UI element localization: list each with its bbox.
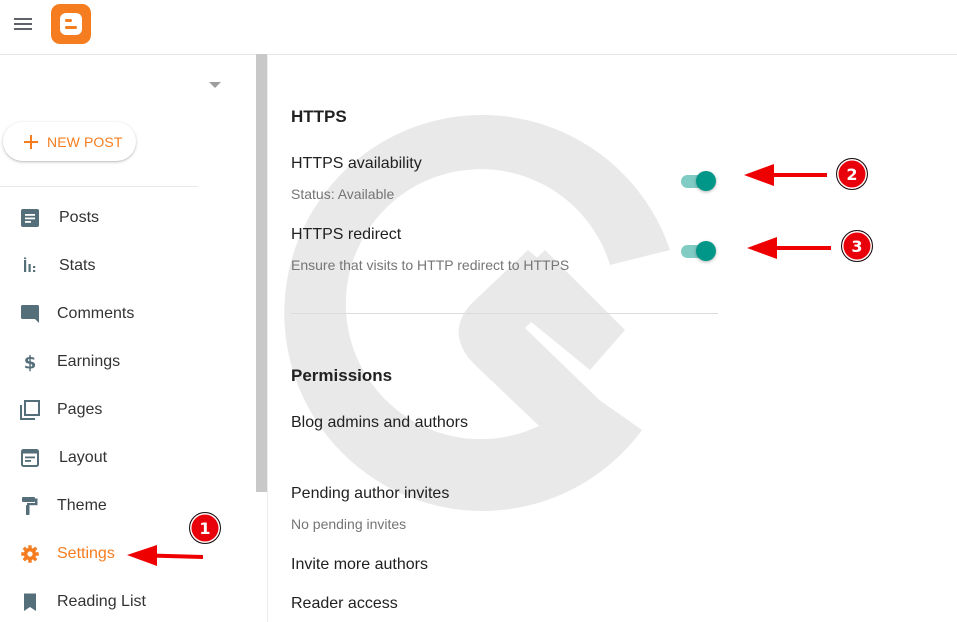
sidebar-item-label: Reading List xyxy=(57,593,146,610)
sidebar-item-label: Layout xyxy=(59,449,108,466)
pages-icon xyxy=(20,400,40,420)
https-availability-status: Status: Available xyxy=(291,186,395,202)
sidebar-item-label: Comments xyxy=(57,305,135,322)
https-availability-title: HTTPS availability xyxy=(291,155,422,172)
svg-text:$: $ xyxy=(24,353,37,373)
annotation-badge-1: 1 xyxy=(189,512,221,544)
invite-more-authors-item[interactable]: Invite more authors xyxy=(291,556,428,574)
pending-invites-status: No pending invites xyxy=(291,516,407,532)
bookmark-icon xyxy=(24,593,36,611)
sidebar-item-layout[interactable]: Layout xyxy=(0,438,250,478)
https-redirect-toggle[interactable] xyxy=(680,239,720,263)
annotation-arrow-3 xyxy=(747,237,831,259)
permissions-section-heading: Permissions xyxy=(291,366,393,385)
reader-access-item[interactable]: Reader access xyxy=(291,595,398,613)
sidebar-scrollbar-thumb[interactable] xyxy=(256,54,267,492)
blogger-logo[interactable] xyxy=(51,4,91,44)
paint-roller-icon xyxy=(22,497,38,515)
https-section-heading: HTTPS xyxy=(291,107,347,126)
gear-icon xyxy=(21,545,39,563)
layout-icon xyxy=(21,449,39,467)
sidebar-item-comments[interactable]: Comments xyxy=(0,294,250,334)
comments-icon xyxy=(21,305,39,323)
annotation-badge-2: 2 xyxy=(836,158,868,190)
sidebar-item-pages[interactable]: Pages xyxy=(0,390,250,430)
annotation-arrow-2 xyxy=(744,164,827,186)
sidebar-item-label: Pages xyxy=(57,401,103,418)
https-redirect-description: Ensure that visits to HTTP redirect to H… xyxy=(291,257,570,273)
hamburger-menu-icon[interactable] xyxy=(12,14,34,34)
section-divider xyxy=(291,313,718,314)
caret-down-icon[interactable] xyxy=(209,82,221,88)
top-bar xyxy=(0,0,957,55)
sidebar-item-stats[interactable]: Stats xyxy=(0,246,250,286)
new-post-label: NEW POST xyxy=(47,133,123,150)
https-availability-toggle[interactable] xyxy=(680,169,720,193)
posts-icon xyxy=(21,209,39,227)
sidebar-item-label: Earnings xyxy=(57,353,121,370)
sidebar-item-label: Theme xyxy=(57,497,107,514)
dollar-icon: $ xyxy=(24,353,37,373)
sidebar-item-posts[interactable]: Posts xyxy=(0,198,250,238)
sidebar-item-label: Stats xyxy=(59,257,96,274)
sidebar-item-earnings[interactable]: $ Earnings xyxy=(0,342,250,382)
sidebar-item-label: Posts xyxy=(59,209,100,226)
blog-admins-authors-item[interactable]: Blog admins and authors xyxy=(291,414,468,432)
stats-icon xyxy=(24,257,36,272)
new-post-button[interactable]: NEW POST xyxy=(3,122,136,161)
sidebar-item-reading-list[interactable]: Reading List xyxy=(0,582,250,622)
annotation-badge-3: 3 xyxy=(841,230,873,262)
pending-invites-title: Pending author invites xyxy=(291,485,450,502)
sidebar-item-label: Settings xyxy=(57,545,115,562)
content-divider xyxy=(267,54,268,622)
https-redirect-title: HTTPS redirect xyxy=(291,226,402,243)
plus-icon xyxy=(24,134,38,149)
sidebar-divider xyxy=(0,186,198,187)
